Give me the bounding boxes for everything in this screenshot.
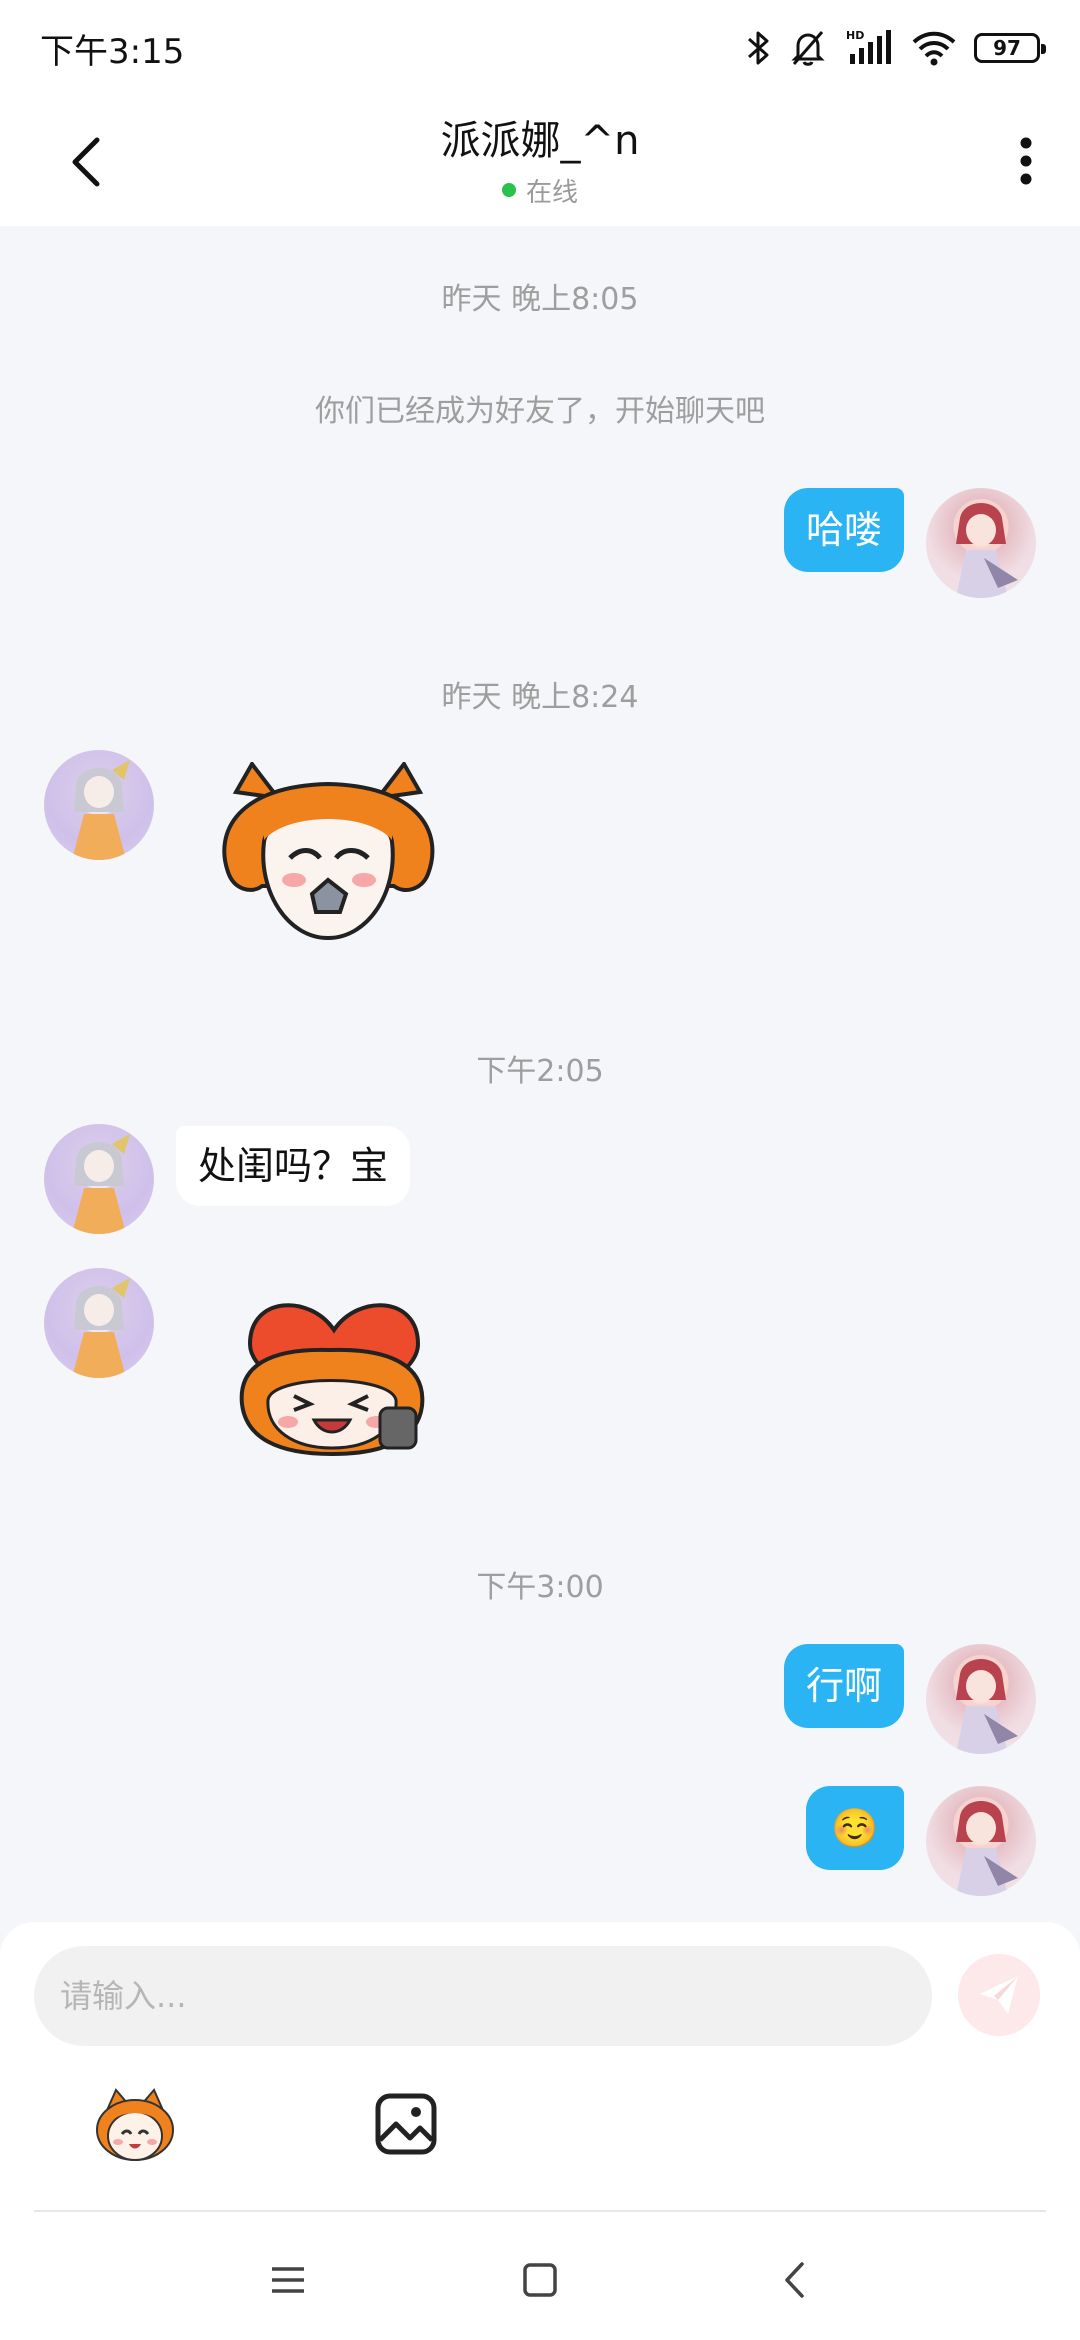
chat-header: 派派娜_^n 在线: [0, 96, 1080, 226]
avatar-illustration: [956, 503, 1018, 598]
divider: [34, 2210, 1046, 2212]
contact-message-bubble[interactable]: 处闺吗？宝: [176, 1126, 411, 1206]
chevron-left-icon: [72, 137, 100, 187]
online-status: 在线: [441, 172, 640, 209]
sticker-image: [239, 1303, 425, 1457]
home-button[interactable]: [510, 2250, 570, 2310]
my-message-bubble[interactable]: ☺️: [806, 1786, 904, 1870]
back-button[interactable]: [58, 132, 114, 192]
avatar-illustration: [72, 1134, 130, 1234]
image-icon: [375, 2093, 437, 2155]
online-dot-icon: [501, 183, 516, 197]
timestamp: 昨天 晚上8:24: [441, 680, 639, 715]
contact-avatar[interactable]: [44, 1268, 154, 1378]
system-nav-bar: [0, 2214, 1080, 2340]
contact-info[interactable]: 派派娜_^n 在线: [441, 108, 640, 209]
more-vertical-icon: [1020, 137, 1032, 185]
sticker-emoji-icon: [96, 2088, 174, 2161]
my-avatar[interactable]: [926, 1644, 1036, 1754]
girl-hugging-heart-sticker[interactable]: [230, 1288, 440, 1468]
back-nav-button[interactable]: [764, 2250, 824, 2310]
chat-list[interactable]: 昨天 晚上8:05 你们已经成为好友了，开始聊天吧 哈喽 昨天 晚上8:24 下…: [0, 226, 1080, 1926]
battery-icon: 97: [974, 33, 1046, 63]
system-message: 你们已经成为好友了，开始聊天吧: [315, 394, 765, 429]
sticker-emoji-button[interactable]: [92, 2086, 178, 2166]
timestamp: 下午2:05: [476, 1054, 604, 1089]
online-status-label: 在线: [525, 177, 578, 208]
contact-avatar[interactable]: [44, 750, 154, 860]
contact-avatar[interactable]: [44, 1124, 154, 1234]
bell-muted-icon: [790, 29, 826, 67]
status-bar: 下午3:15 HD 97: [0, 0, 1080, 96]
hd-signal-icon: HD: [844, 28, 894, 68]
timestamp: 下午3:00: [476, 1570, 604, 1605]
sticker-image: [222, 760, 435, 941]
avatar-illustration: [956, 1801, 1018, 1896]
back-icon: [785, 2262, 804, 2298]
message-composer: [0, 1922, 1080, 2214]
menu-icon: [272, 2267, 304, 2293]
send-paper-plane-icon: [980, 1976, 1018, 2014]
message-input[interactable]: [34, 1946, 932, 2046]
status-icons: HD 97: [746, 28, 1046, 68]
wifi-icon: [912, 30, 956, 66]
avatar-illustration: [72, 1278, 130, 1378]
avatar-illustration: [72, 760, 130, 860]
image-button[interactable]: [370, 2088, 442, 2160]
home-icon: [523, 2263, 557, 2297]
bluetooth-icon: [746, 29, 772, 67]
my-message-bubble[interactable]: 哈喽: [783, 488, 904, 572]
more-options-button[interactable]: [996, 126, 1056, 196]
contact-name: 派派娜_^n: [440, 117, 640, 164]
my-message-bubble[interactable]: 行啊: [783, 1644, 904, 1728]
send-button[interactable]: [958, 1954, 1040, 2036]
svg-text:HD: HD: [846, 29, 864, 42]
my-avatar[interactable]: [926, 488, 1036, 598]
menu-button[interactable]: [258, 2250, 318, 2310]
status-time: 下午3:15: [40, 31, 185, 72]
fox-girl-biting-sticker[interactable]: [208, 760, 448, 952]
my-avatar[interactable]: [926, 1786, 1036, 1896]
timestamp: 昨天 晚上8:05: [441, 282, 639, 317]
avatar-illustration: [956, 1659, 1018, 1754]
